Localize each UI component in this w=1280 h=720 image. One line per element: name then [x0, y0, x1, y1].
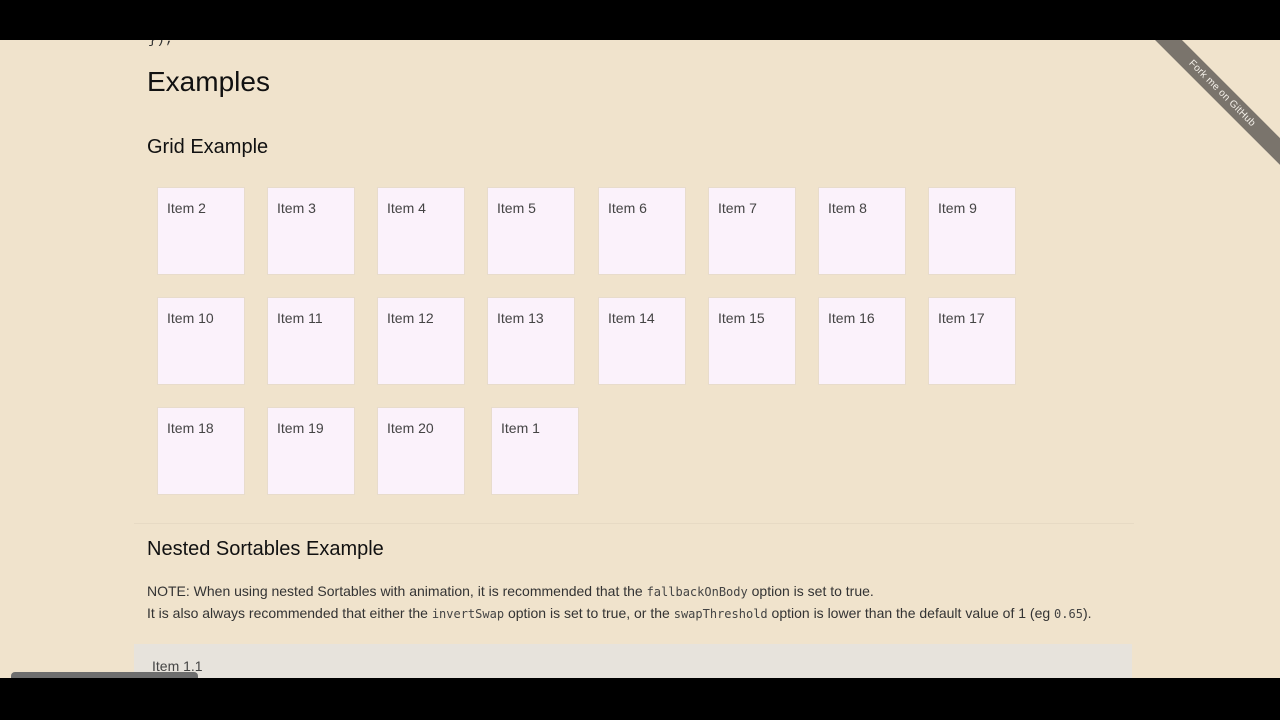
grid-item[interactable]: Item 12	[377, 297, 465, 385]
grid-item[interactable]: Item 7	[708, 187, 796, 275]
annotation-toolbar: ‹	[11, 672, 198, 678]
grid-item-dragging[interactable]: Item 1	[491, 407, 579, 495]
grid-item[interactable]: Item 14	[598, 297, 686, 385]
code-fallbackonbody: fallbackOnBody	[646, 585, 748, 599]
section-divider	[134, 523, 1134, 524]
note-text: option is set to true.	[747, 583, 874, 599]
github-fork-ribbon[interactable]: Fork me on GitHub	[1144, 40, 1280, 171]
broom-icon[interactable]	[93, 672, 127, 678]
grid-item[interactable]: Item 19	[267, 407, 355, 495]
nested-note: NOTE: When using nested Sortables with a…	[147, 581, 1092, 625]
page-title: Examples	[147, 66, 270, 97]
page-viewport: }); Examples Grid Example Item 2 Item 3 …	[0, 40, 1280, 678]
grid-item[interactable]: Item 16	[818, 297, 906, 385]
pointer-icon[interactable]	[25, 672, 59, 678]
nested-sortable-container: Item 1.1	[134, 644, 1132, 678]
github-ribbon-wrap: Fork me on GitHub	[1130, 40, 1280, 190]
grid-item[interactable]: Item 20	[377, 407, 465, 495]
grid-example-heading: Grid Example	[147, 136, 269, 158]
pause-icon[interactable]	[136, 672, 170, 678]
grid-item[interactable]: Item 15	[708, 297, 796, 385]
grid-item[interactable]: Item 10	[157, 297, 245, 385]
grid-item[interactable]: Item 13	[487, 297, 575, 385]
note-line-1: NOTE: When using nested Sortables with a…	[147, 581, 1092, 603]
note-text: option is lower than the default value o…	[767, 605, 1055, 621]
note-text: It is also always recommended that eithe…	[147, 605, 432, 621]
grid-item[interactable]: Item 2	[157, 187, 245, 275]
pencil-icon[interactable]	[59, 672, 93, 678]
code-swapthreshold: swapThreshold	[673, 607, 768, 621]
grid-item[interactable]: Item 9	[928, 187, 1016, 275]
grid-item[interactable]: Item 8	[818, 187, 906, 275]
grid-item[interactable]: Item 6	[598, 187, 686, 275]
code-value: 0.65	[1054, 607, 1083, 621]
grid-item[interactable]: Item 3	[267, 187, 355, 275]
note-text: ).	[1082, 605, 1092, 621]
note-text: NOTE: When using nested Sortables with a…	[147, 583, 647, 599]
grid-item[interactable]: Item 18	[157, 407, 245, 495]
grid-item[interactable]: Item 4	[377, 187, 465, 275]
nested-example-heading: Nested Sortables Example	[147, 538, 384, 560]
note-line-2: It is also always recommended that eithe…	[147, 603, 1092, 625]
grid-item[interactable]: Item 11	[267, 297, 355, 385]
code-invertswap: invertSwap	[431, 607, 505, 621]
note-text: option is set to true, or the	[504, 605, 674, 621]
grid-item[interactable]: Item 5	[487, 187, 575, 275]
code-fragment: });	[148, 40, 174, 48]
grid-item[interactable]: Item 17	[928, 297, 1016, 385]
